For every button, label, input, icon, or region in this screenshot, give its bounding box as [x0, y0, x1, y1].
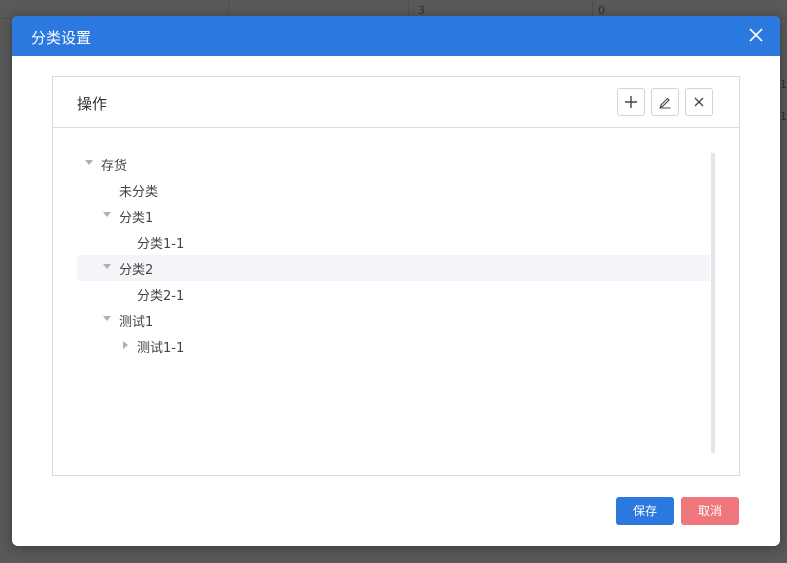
category-settings-dialog: 分类设置 操作 存货未分类分类1 分类1-1 分类2 分类2-1 测试1 测试1-1 保存… — [12, 16, 780, 546]
tree-node-label: 分类1 — [119, 211, 154, 226]
tree-scrollbar[interactable] — [711, 153, 715, 453]
dialog-title: 分类设置 — [31, 29, 92, 47]
dialog-header: 分类设置 — [12, 16, 780, 56]
tree-node[interactable]: 分类2 — [77, 255, 710, 281]
tree-node[interactable]: 存货 — [77, 151, 710, 177]
tree-node-label: 存货 — [101, 159, 128, 174]
background-cell: 1 — [780, 78, 787, 91]
save-button[interactable]: 保存 — [616, 497, 674, 525]
caret-down-icon[interactable] — [103, 264, 111, 269]
caret-down-icon[interactable] — [103, 212, 111, 217]
tree-node[interactable]: 分类2-1 — [77, 281, 710, 307]
tree-node[interactable]: 分类1 — [77, 203, 710, 229]
tree-node-label: 分类1-1 — [137, 237, 185, 252]
tree-node[interactable]: 测试1-1 — [77, 333, 710, 359]
background-cell: 1 — [780, 110, 787, 123]
delete-category-button[interactable] — [685, 88, 713, 116]
caret-down-icon[interactable] — [103, 316, 111, 321]
tree-node-label: 分类2-1 — [137, 289, 185, 304]
close-icon — [694, 97, 704, 107]
tree-node[interactable]: 未分类 — [77, 177, 710, 203]
cancel-button[interactable]: 取消 — [681, 497, 739, 525]
caret-down-icon[interactable] — [85, 160, 93, 165]
caret-right-icon[interactable] — [123, 341, 128, 349]
category-tree: 存货未分类分类1 分类1-1 分类2 分类2-1 测试1 测试1-1 — [77, 151, 710, 359]
tree-node-label: 测试1 — [119, 315, 154, 330]
close-icon[interactable] — [747, 26, 765, 44]
plus-icon — [625, 96, 637, 108]
tree-node-label: 未分类 — [119, 185, 159, 200]
category-panel: 操作 存货未分类分类1 分类1-1 分类2 分类2-1 测试1 测试1-1 — [52, 76, 740, 476]
edit-category-button[interactable] — [651, 88, 679, 116]
scrollbar-thumb[interactable] — [711, 153, 715, 453]
tree-node[interactable]: 测试1 — [77, 307, 710, 333]
tree-node[interactable]: 分类1-1 — [77, 229, 710, 255]
add-category-button[interactable] — [617, 88, 645, 116]
tree-node-label: 分类2 — [119, 263, 154, 278]
panel-title: 操作 — [77, 95, 108, 113]
panel-header: 操作 — [53, 77, 739, 128]
tree-node-label: 测试1-1 — [137, 341, 185, 356]
pencil-icon — [659, 97, 671, 109]
